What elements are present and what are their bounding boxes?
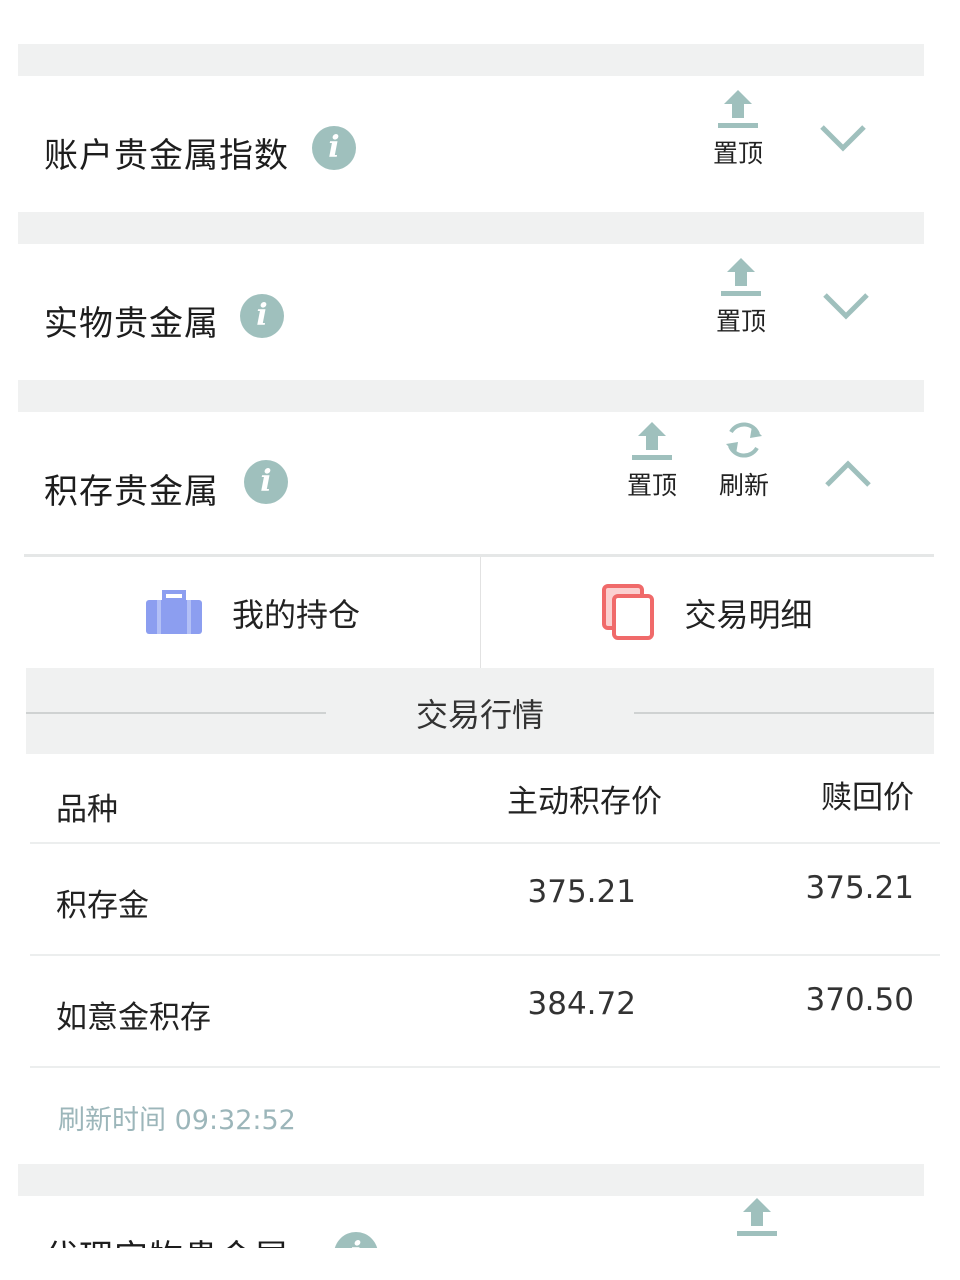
section-title: 实物贵金属 bbox=[44, 304, 219, 344]
chevron-down-icon[interactable] bbox=[819, 124, 867, 154]
briefcase-icon bbox=[145, 590, 202, 634]
pin-top-icon bbox=[737, 1198, 777, 1236]
table-row[interactable]: 积存金 375.21 375.21 bbox=[30, 844, 940, 956]
row-redeem-price: 375.21 bbox=[805, 870, 914, 906]
info-icon[interactable]: i bbox=[312, 126, 356, 170]
section-gap bbox=[18, 44, 924, 76]
pin-button[interactable]: 置顶 bbox=[703, 90, 773, 170]
row-buy-price: 375.21 bbox=[527, 874, 636, 910]
pin-label: 置顶 bbox=[712, 139, 763, 168]
column-header-name: 品种 bbox=[56, 792, 118, 828]
tab-transaction-details[interactable]: 交易明细 bbox=[481, 557, 934, 669]
refresh-icon bbox=[726, 422, 762, 458]
pin-top-icon bbox=[632, 422, 672, 460]
tab-label: 交易明细 bbox=[684, 596, 813, 634]
section-proxy-physical-precious-metal[interactable]: 代理实物贵金属 i bbox=[22, 1196, 930, 1248]
pin-button[interactable] bbox=[722, 1198, 792, 1238]
section-physical-precious-metal[interactable]: 实物贵金属 i 置顶 bbox=[22, 244, 930, 380]
chevron-down-icon[interactable] bbox=[822, 292, 870, 322]
chevron-up-icon[interactable] bbox=[824, 458, 872, 488]
market-header: 交易行情 bbox=[26, 668, 934, 754]
divider-line bbox=[634, 712, 934, 714]
section-title: 账户贵金属指数 bbox=[44, 136, 289, 176]
pin-label: 置顶 bbox=[715, 307, 766, 336]
row-name: 积存金 bbox=[56, 888, 149, 924]
refresh-button[interactable]: 刷新 bbox=[709, 418, 779, 502]
copy-icon bbox=[602, 584, 655, 640]
row-redeem-price: 370.50 bbox=[805, 982, 914, 1018]
refresh-label: 刷新 bbox=[718, 471, 769, 500]
pin-button[interactable]: 置顶 bbox=[617, 422, 687, 502]
info-icon[interactable]: i bbox=[334, 1232, 378, 1248]
column-header-redeem: 赎回价 bbox=[821, 780, 914, 816]
section-gap bbox=[18, 212, 924, 244]
row-buy-price: 384.72 bbox=[527, 986, 636, 1022]
section-gap bbox=[18, 380, 924, 412]
tab-my-holdings[interactable]: 我的持仓 bbox=[24, 557, 480, 669]
pin-button[interactable]: 置顶 bbox=[706, 258, 776, 338]
pin-top-icon bbox=[718, 90, 758, 128]
section-account-precious-metal-index[interactable]: 账户贵金属指数 i 置顶 bbox=[22, 76, 930, 212]
refresh-time: 刷新时间 09:32:52 bbox=[58, 1105, 296, 1136]
info-icon[interactable]: i bbox=[240, 294, 284, 338]
table-header-row: 品种 主动积存价 赎回价 bbox=[30, 754, 940, 844]
info-icon[interactable]: i bbox=[244, 460, 288, 504]
section-gap bbox=[18, 1164, 924, 1196]
section-accumulated-precious-metal[interactable]: 积存贵金属 i 置顶 刷新 bbox=[22, 412, 930, 552]
table-row[interactable]: 如意金积存 384.72 370.50 bbox=[30, 956, 940, 1068]
section-title: 代理实物贵金属 bbox=[44, 1230, 289, 1248]
column-header-buy: 主动积存价 bbox=[507, 784, 662, 820]
sub-tabs: 我的持仓 交易明细 bbox=[24, 554, 934, 669]
section-title: 积存贵金属 bbox=[44, 472, 219, 512]
pin-label: 置顶 bbox=[626, 471, 677, 500]
tab-label: 我的持仓 bbox=[231, 596, 360, 634]
row-name: 如意金积存 bbox=[56, 1000, 211, 1036]
pin-top-icon bbox=[721, 258, 761, 296]
